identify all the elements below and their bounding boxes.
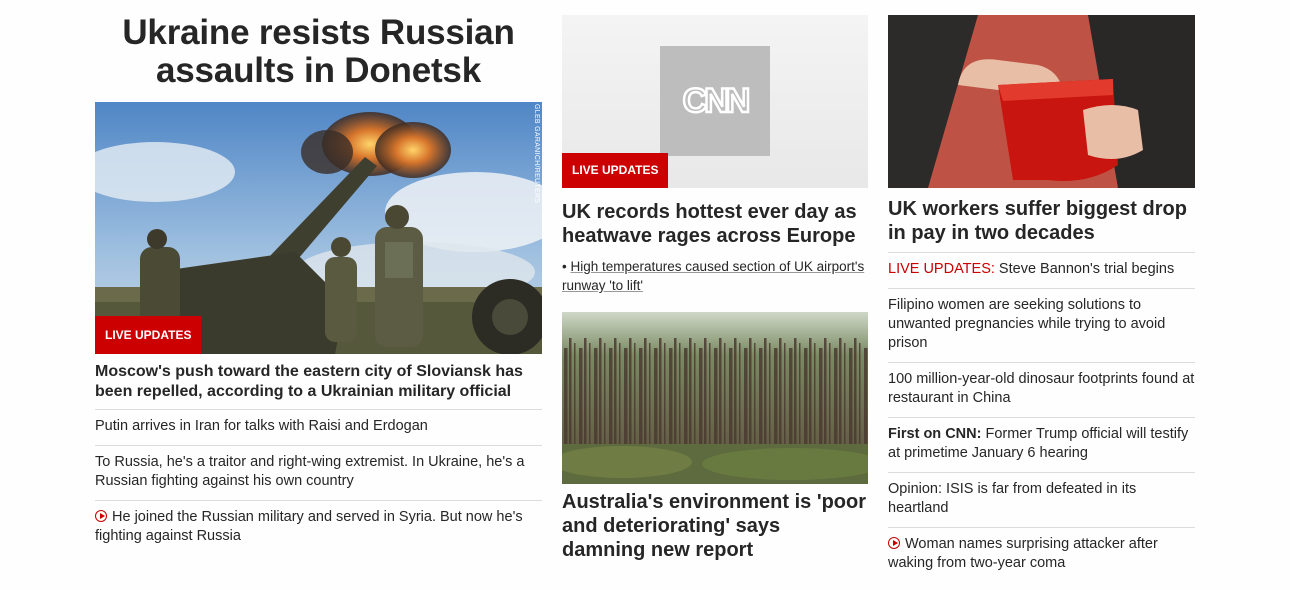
play-video-icon: [888, 537, 900, 549]
sub-story-link[interactable]: • High temperatures caused section of UK…: [562, 257, 868, 295]
story-link[interactable]: Woman names surprising attacker after wa…: [888, 536, 1158, 571]
right-column: UK workers suffer biggest drop in pay in…: [888, 0, 1195, 582]
list-item[interactable]: LIVE UPDATES: Steve Bannon's trial begin…: [888, 252, 1195, 288]
list-item[interactable]: Opinion: ISIS is far from defeated in it…: [888, 472, 1195, 527]
bullet: •: [562, 259, 567, 274]
live-updates-badge[interactable]: LIVE UPDATES: [95, 316, 202, 354]
red-wallet-image: [888, 15, 1195, 188]
story-link[interactable]: Opinion: ISIS is far from defeated in it…: [888, 481, 1136, 516]
list-item[interactable]: Putin arrives in Iran for talks with Rai…: [95, 409, 542, 445]
story-link[interactable]: He joined the Russian military and serve…: [95, 509, 523, 544]
story-headline[interactable]: UK records hottest ever day as heatwave …: [562, 200, 868, 248]
story-headline[interactable]: Australia's environment is 'poor and det…: [562, 490, 868, 562]
related-stories-list: LIVE UPDATES: Steve Bannon's trial begin…: [888, 252, 1195, 582]
headline-title[interactable]: Ukraine resists Russian assaults in Done…: [95, 14, 542, 90]
list-item[interactable]: 100 million-year-old dinosaur footprints…: [888, 362, 1195, 417]
list-item[interactable]: To Russia, he's a traitor and right-wing…: [95, 445, 542, 500]
story-link[interactable]: To Russia, he's a traitor and right-wing…: [95, 454, 524, 489]
story-headline[interactable]: UK workers suffer biggest drop in pay in…: [888, 197, 1195, 245]
list-item[interactable]: He joined the Russian military and serve…: [95, 500, 542, 555]
artillery-photo[interactable]: GLEB GARANICH/REUTERS LIVE UPDATES: [95, 102, 542, 354]
live-updates-label: LIVE UPDATES:: [888, 261, 995, 277]
related-stories-list: Putin arrives in Iran for talks with Rai…: [95, 409, 542, 555]
cnn-logo: CNN: [681, 81, 751, 122]
story-link[interactable]: Steve Bannon's trial begins: [995, 261, 1174, 277]
lead-story-link[interactable]: Moscow's push toward the eastern city of…: [95, 362, 542, 402]
center-column: CNN LIVE UPDATES UK records hottest ever…: [562, 0, 868, 561]
list-item[interactable]: First on CNN: Former Trump official will…: [888, 417, 1195, 472]
story-link[interactable]: 100 million-year-old dinosaur footprints…: [888, 371, 1194, 406]
first-on-cnn-label: First on CNN:: [888, 426, 982, 442]
photo-credit: GLEB GARANICH/REUTERS: [533, 104, 540, 204]
main-story-column: Ukraine resists Russian assaults in Done…: [95, 0, 542, 555]
forest-photo[interactable]: [562, 312, 868, 484]
forest-image: [562, 312, 868, 484]
live-updates-badge[interactable]: LIVE UPDATES: [562, 153, 669, 188]
story-link[interactable]: Putin arrives in Iran for talks with Rai…: [95, 418, 428, 434]
list-item[interactable]: Woman names surprising attacker after wa…: [888, 527, 1195, 582]
cnn-placeholder-image[interactable]: CNN LIVE UPDATES: [562, 15, 868, 188]
play-video-icon: [95, 510, 107, 522]
list-item[interactable]: Filipino women are seeking solutions to …: [888, 288, 1195, 362]
wallet-photo[interactable]: [888, 15, 1195, 188]
story-link[interactable]: Filipino women are seeking solutions to …: [888, 297, 1165, 351]
sub-story-text[interactable]: High temperatures caused section of UK a…: [562, 259, 864, 293]
